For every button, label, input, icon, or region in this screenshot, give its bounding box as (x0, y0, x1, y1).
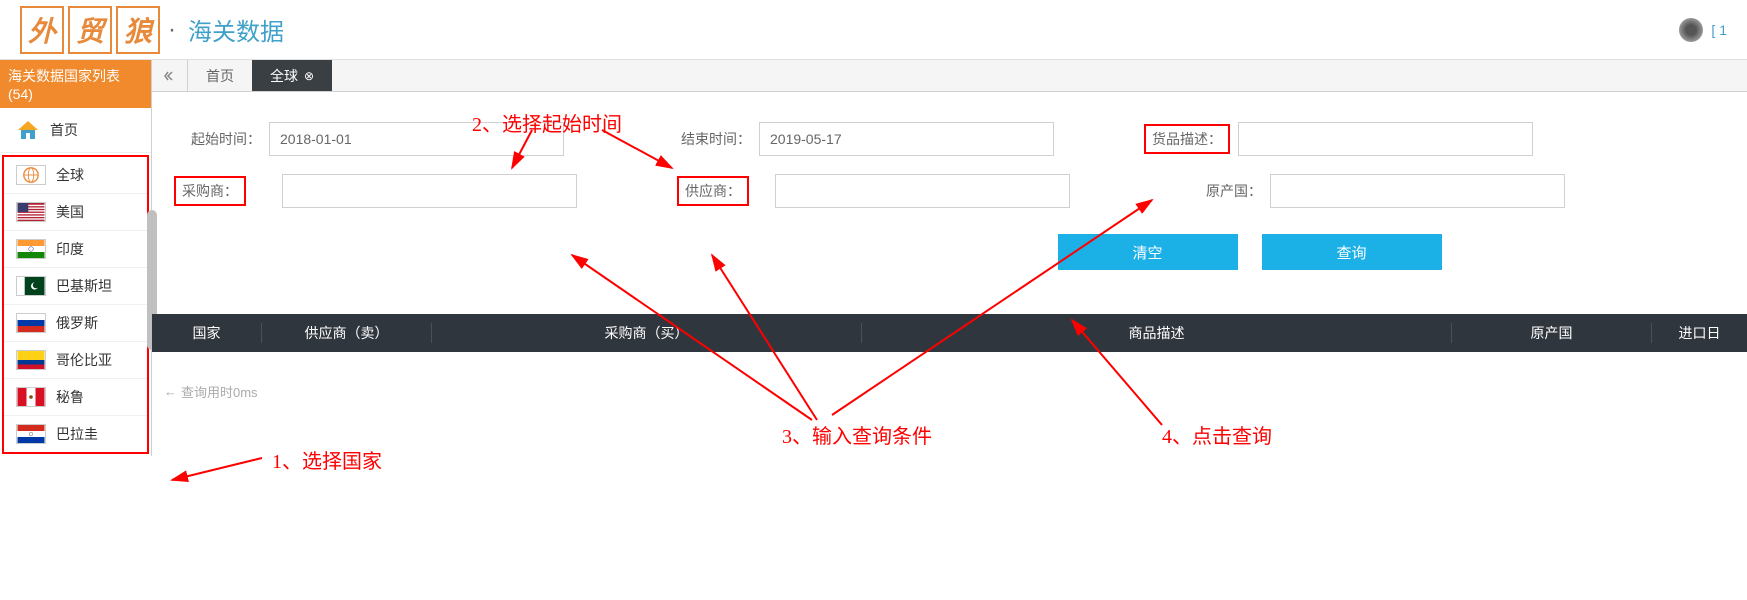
header-right: [ 1 (1679, 18, 1727, 42)
sidebar-item-global[interactable]: 全球 (4, 157, 147, 194)
logo-char-3: 狼 (116, 6, 160, 54)
country-label: 巴基斯坦 (56, 276, 112, 296)
th-desc: 商品描述 (862, 323, 1452, 343)
chevron-left-icon (164, 70, 176, 82)
flag-co-icon (16, 350, 46, 370)
country-label: 印度 (56, 239, 84, 259)
country-list: 全球 美国 印度 巴基斯坦 俄罗斯 哥伦比亚 (2, 155, 149, 454)
product-desc-label: 货品描述： (1144, 124, 1230, 154)
th-origin: 原产国 (1452, 323, 1652, 343)
sidebar-item-in[interactable]: 印度 (4, 231, 147, 268)
sidebar-item-pe[interactable]: 秘鲁 (4, 379, 147, 416)
sidebar-item-py[interactable]: 巴拉圭 (4, 416, 147, 452)
header-title: 海关数据 (188, 12, 284, 47)
main-content: 首页 全球 ⊗ 起始时间： 结束时间： 货品描述： (152, 60, 1747, 456)
query-time-text: 查询用时0ms (181, 382, 258, 401)
tab-bar: 首页 全球 ⊗ (152, 60, 1747, 92)
country-label: 秘鲁 (56, 387, 84, 407)
globe-icon (16, 165, 46, 185)
end-time-input[interactable] (759, 122, 1054, 156)
query-time-row: ← 查询用时0ms (152, 352, 1747, 431)
country-label: 巴拉圭 (56, 424, 98, 444)
product-desc-input[interactable] (1238, 122, 1533, 156)
clear-button[interactable]: 清空 (1058, 234, 1238, 270)
buyer-label: 采购商： (174, 176, 246, 206)
tab-global[interactable]: 全球 ⊗ (252, 60, 332, 91)
sidebar-item-pk[interactable]: 巴基斯坦 (4, 268, 147, 305)
logo: 外 贸 狼 (20, 6, 160, 54)
tab-label: 首页 (206, 66, 234, 86)
sidebar: 海关数据国家列表(54) 首页 全球 美国 印度 巴基斯坦 (0, 60, 152, 456)
th-import-date: 进口日 (1652, 323, 1747, 343)
country-label: 哥伦比亚 (56, 350, 112, 370)
th-country: 国家 (152, 323, 262, 343)
buyer-input[interactable] (282, 174, 577, 208)
flag-pk-icon (16, 276, 46, 296)
flag-pe-icon (16, 387, 46, 407)
end-time-label: 结束时间： (664, 129, 759, 149)
annotation-step1: 1、选择国家 (272, 445, 382, 474)
close-icon[interactable]: ⊗ (304, 69, 314, 83)
th-supplier: 供应商（卖） (262, 323, 432, 343)
sidebar-home-label: 首页 (50, 120, 78, 140)
home-icon (16, 118, 40, 142)
country-label: 美国 (56, 202, 84, 222)
flag-ru-icon (16, 313, 46, 333)
origin-label: 原产国： (1175, 181, 1270, 201)
search-form: 起始时间： 结束时间： 货品描述： 采购商： 供应商： (152, 92, 1747, 314)
wolf-icon (1679, 18, 1703, 42)
logo-char-2: 贸 (68, 6, 112, 54)
sidebar-title: 海关数据国家列表(54) (0, 60, 151, 108)
results-table-header: 国家 供应商（卖） 采购商（买） 商品描述 原产国 进口日 (152, 314, 1747, 352)
header-separator: · (168, 16, 176, 44)
tab-back-button[interactable] (152, 60, 188, 91)
app-header: 外 贸 狼 · 海关数据 [ 1 (0, 0, 1747, 60)
supplier-input[interactable] (775, 174, 1070, 208)
country-label: 俄罗斯 (56, 313, 98, 333)
start-time-label: 起始时间： (174, 129, 269, 149)
sidebar-item-us[interactable]: 美国 (4, 194, 147, 231)
sidebar-home-item[interactable]: 首页 (0, 108, 151, 153)
origin-input[interactable] (1270, 174, 1565, 208)
flag-us-icon (16, 202, 46, 222)
th-buyer: 采购商（买） (432, 323, 862, 343)
arrow-left-icon: ← (164, 384, 177, 399)
query-button[interactable]: 查询 (1262, 234, 1442, 270)
sidebar-item-ru[interactable]: 俄罗斯 (4, 305, 147, 342)
flag-py-icon (16, 424, 46, 444)
logo-char-1: 外 (20, 6, 64, 54)
tab-home[interactable]: 首页 (188, 60, 252, 91)
supplier-label: 供应商： (677, 176, 749, 206)
flag-in-icon (16, 239, 46, 259)
sidebar-item-co[interactable]: 哥伦比亚 (4, 342, 147, 379)
user-info: [ 1 (1711, 22, 1727, 38)
tab-label: 全球 (270, 66, 298, 86)
country-label: 全球 (56, 165, 84, 185)
start-time-input[interactable] (269, 122, 564, 156)
